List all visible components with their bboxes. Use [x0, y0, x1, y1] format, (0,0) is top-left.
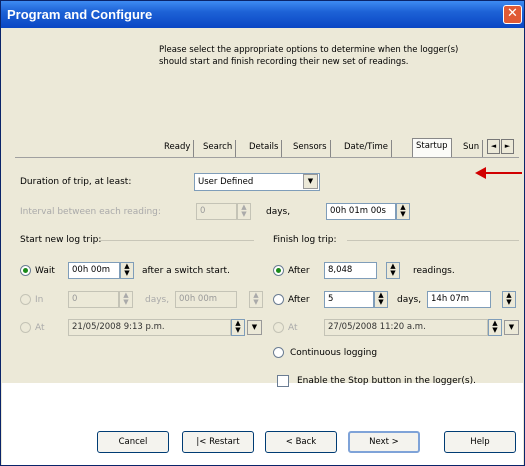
finish-after-time-field[interactable]: 14h 07m — [427, 291, 491, 308]
start-group-line — [99, 240, 254, 241]
finish-after-days-label: After — [288, 295, 310, 305]
tab-sensors[interactable]: Sensors — [290, 140, 331, 157]
tab-startup[interactable]: Startup — [412, 138, 452, 157]
finish-after-days-unit: days, — [397, 295, 422, 305]
interval-time-spinner[interactable]: ▲ ▼ — [396, 203, 410, 220]
finish-after-days-radio[interactable] — [273, 294, 284, 305]
finish-after-time-spinner[interactable]: ▲ ▼ — [502, 291, 516, 308]
window-title: Program and Configure — [7, 7, 153, 22]
restart-button[interactable]: |< Restart — [182, 431, 254, 453]
finish-at-datetime-field[interactable]: 27/05/2008 11:20 a.m. — [324, 319, 488, 336]
start-wait-spinner[interactable]: ▲ ▼ — [120, 262, 134, 279]
start-wait-suffix: after a switch start. — [142, 266, 230, 276]
start-in-days-spinner[interactable]: ▲ ▼ — [119, 291, 133, 308]
start-in-days-field[interactable]: 0 — [68, 291, 119, 308]
title-bar[interactable]: Program and Configure ✕ — [1, 1, 524, 28]
finish-after-readings-spinner[interactable]: ▲ ▼ — [386, 262, 400, 279]
instructions-text: Please select the appropriate options to… — [159, 45, 459, 67]
start-at-spinner[interactable]: ▲ ▼ — [231, 319, 245, 336]
start-at-label: At — [35, 323, 45, 333]
start-at-calendar-chevron-down-icon[interactable]: ▼ — [247, 320, 262, 335]
continuous-logging-radio[interactable] — [273, 347, 284, 358]
start-in-label: In — [35, 295, 44, 305]
finish-after-readings-label: After — [288, 266, 310, 276]
finish-after-readings-field[interactable]: 8,048 — [324, 262, 377, 279]
chevron-down-icon[interactable]: ▼ — [303, 174, 318, 189]
interval-time-field[interactable]: 00h 01m 00s — [326, 203, 396, 220]
start-at-radio[interactable] — [20, 322, 31, 333]
annotation-arrow-shaft — [484, 172, 522, 174]
start-in-radio[interactable] — [20, 294, 31, 305]
start-log-heading: Start new log trip: — [20, 235, 102, 245]
duration-value: User Defined — [198, 177, 254, 187]
tab-date-time[interactable]: Date/Time — [341, 140, 392, 157]
interval-days-unit: days, — [266, 207, 291, 217]
finish-log-heading: Finish log trip: — [273, 235, 337, 245]
continuous-logging-label: Continuous logging — [290, 348, 378, 358]
close-button[interactable]: ✕ — [503, 5, 522, 24]
tab-details[interactable]: Details — [246, 140, 283, 157]
start-in-time-spinner[interactable]: ▲ ▼ — [249, 291, 263, 308]
duration-select[interactable]: User Defined ▼ — [194, 173, 320, 191]
interval-days-spinner[interactable]: ▲ ▼ — [237, 203, 251, 220]
finish-at-spinner[interactable]: ▲ ▼ — [488, 319, 502, 336]
cancel-button[interactable]: Cancel — [97, 431, 169, 453]
finish-readings-unit: readings. — [413, 266, 455, 276]
close-icon: ✕ — [507, 6, 518, 21]
tab-panel-border — [15, 157, 519, 158]
tab-search[interactable]: Search — [200, 140, 237, 157]
finish-at-label: At — [288, 323, 298, 333]
program-configure-dialog: Program and Configure ✕ Please select th… — [0, 0, 525, 466]
finish-group-line — [347, 240, 519, 241]
finish-at-calendar-chevron-down-icon[interactable]: ▼ — [504, 320, 519, 335]
next-button[interactable]: Next > — [348, 431, 420, 453]
finish-after-readings-radio[interactable] — [273, 265, 284, 276]
tab-scroll-right-icon[interactable]: ► — [501, 139, 514, 154]
annotation-arrow-icon — [475, 167, 486, 179]
start-wait-radio[interactable] — [20, 265, 31, 276]
tab-scroll-left-icon[interactable]: ◄ — [487, 139, 500, 154]
finish-at-radio[interactable] — [273, 322, 284, 333]
start-at-datetime-field[interactable]: 21/05/2008 9:13 p.m. — [68, 319, 231, 336]
back-button[interactable]: < Back — [265, 431, 337, 453]
duration-label: Duration of trip, at least: — [20, 177, 132, 187]
help-button[interactable]: Help — [444, 431, 516, 453]
interval-days-field[interactable]: 0 — [196, 203, 237, 220]
tab-summary[interactable]: Sun — [460, 140, 484, 157]
start-wait-label: Wait — [35, 266, 55, 276]
finish-after-days-spinner[interactable]: ▲ ▼ — [374, 291, 388, 308]
tab-ready[interactable]: Ready — [161, 140, 195, 157]
enable-stop-button-label: Enable the Stop button in the logger(s). — [297, 376, 476, 386]
start-wait-field[interactable]: 00h 00m — [68, 262, 120, 279]
enable-stop-button-checkbox[interactable] — [277, 375, 289, 387]
start-in-days-unit: days, — [145, 295, 170, 305]
interval-label: Interval between each reading: — [20, 207, 161, 217]
finish-after-days-field[interactable]: 5 — [324, 291, 374, 308]
start-in-time-field[interactable]: 00h 00m — [175, 291, 237, 308]
